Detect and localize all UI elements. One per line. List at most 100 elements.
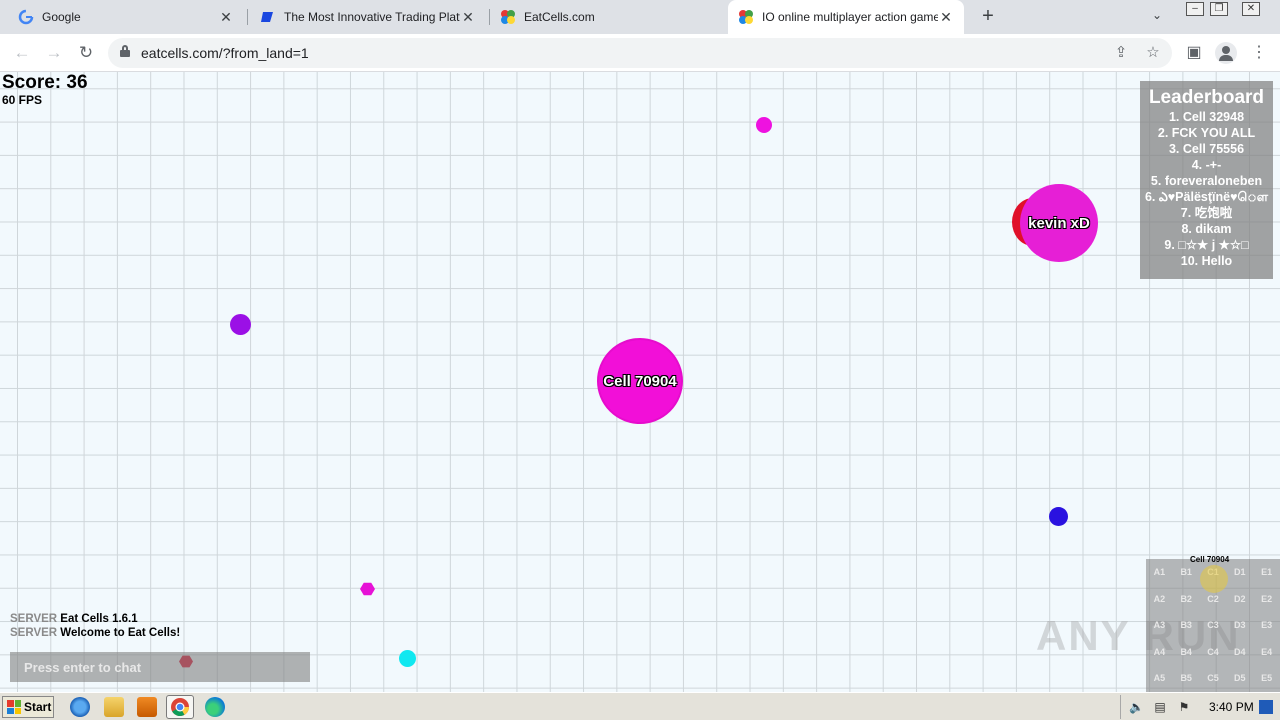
minimap-player-marker [1200, 565, 1228, 593]
chat-source: SERVER [10, 627, 58, 639]
leaderboard-entry: 2. FCK YOU ALL [1157, 126, 1256, 140]
minimap-cell: D5 [1234, 673, 1246, 684]
minimap-cell: E3 [1261, 620, 1273, 631]
leaderboard-entry: 4. -+- [1191, 158, 1222, 172]
chat-text: Eat Cells 1.6.1 [60, 613, 138, 625]
food-pellet [360, 582, 375, 596]
close-window-button[interactable]: ✕ [1242, 2, 1260, 16]
share-icon[interactable]: ⇪ [1111, 43, 1131, 63]
score-display: Score: 36 [2, 72, 88, 93]
minimap-cell: E1 [1261, 567, 1273, 577]
system-tray: 🔈 ▤ ⚑ 3:40 PM [1120, 695, 1280, 719]
chat-box [10, 652, 310, 682]
windows-logo-icon [7, 700, 21, 714]
url-text[interactable]: eatcells.com/?from_land=1 [141, 45, 309, 61]
new-tab-button[interactable]: + [976, 5, 1000, 29]
chat-input[interactable] [10, 652, 310, 682]
bookmark-star-icon[interactable]: ☆ [1143, 43, 1163, 63]
tab-separator [247, 9, 248, 25]
tab-eatcells[interactable]: EatCells.com [490, 0, 726, 34]
close-icon[interactable]: ✕ [938, 9, 954, 26]
minimap-cell: A4 [1153, 646, 1166, 657]
chat-log: SERVER Eat Cells 1.6.1 SERVER Welcome to… [10, 612, 180, 640]
minimap-cell: D3 [1234, 620, 1246, 631]
tab-title: IO online multiplayer action game. Sur [762, 10, 938, 24]
leaderboard-entry: 6. ఎ♥Pälësţïnë♥ௌ [1144, 190, 1269, 204]
close-icon[interactable]: ✕ [218, 9, 234, 26]
minimap-cell: C3 [1207, 620, 1219, 631]
eatcells-icon [738, 9, 754, 25]
leaderboard-entry: 9. □☆★ j ★☆□ [1164, 238, 1249, 252]
leaderboard-entry: 3. Cell 75556 [1168, 142, 1245, 156]
address-bar[interactable]: eatcells.com/?from_land=1 ⇪ ☆ [108, 38, 1172, 68]
leaderboard-entry: 8. dikam [1181, 222, 1232, 236]
leaderboard-entry: 1. Cell 32948 [1168, 110, 1245, 124]
tab-title: EatCells.com [524, 10, 595, 24]
reload-button[interactable]: ↻ [75, 42, 97, 64]
forward-button[interactable]: → [43, 42, 65, 64]
tab-strip: Google ✕ The Most Innovative Trading Pla… [0, 0, 1280, 34]
enemy-cell-name: kevin xD [1028, 214, 1090, 232]
chat-source: SERVER [10, 613, 58, 625]
minimap-cell: E4 [1261, 646, 1273, 657]
leaderboard-entry: 5. foreveraloneben [1150, 174, 1263, 188]
clock: 3:40 PM [1209, 700, 1254, 714]
chat-message: SERVER Welcome to Eat Cells! [10, 626, 180, 640]
ie-icon[interactable] [70, 697, 90, 717]
chrome-icon [171, 698, 189, 717]
show-desktop-icon[interactable] [1259, 700, 1273, 714]
minimap-cell: B4 [1180, 646, 1192, 657]
start-label: Start [24, 700, 52, 714]
folder-icon[interactable] [104, 697, 124, 717]
tab-title: The Most Innovative Trading Platform [284, 10, 460, 24]
food-pellet [756, 117, 772, 133]
leaderboard-entry: 7. 吃饱啦 [1180, 206, 1233, 220]
game-canvas[interactable]: Score: 36 60 FPS kevin xD Cell 70904 Lea… [0, 72, 1280, 692]
minimap-player-label: Cell 70904 [1190, 555, 1230, 564]
minimap-cell: A1 [1153, 567, 1166, 577]
minimap-cell: C5 [1207, 673, 1219, 684]
chat-message: SERVER Eat Cells 1.6.1 [10, 612, 180, 626]
eatcells-icon [500, 9, 516, 25]
chevron-down-icon[interactable]: ⌄ [1152, 8, 1162, 22]
minimap-cell: C4 [1207, 646, 1219, 657]
minimap-cell: B5 [1180, 673, 1192, 684]
tab-title: Google [42, 10, 81, 24]
edge-icon[interactable] [205, 697, 225, 717]
lock-icon[interactable] [120, 45, 130, 57]
food-pellet [1049, 507, 1068, 526]
close-icon[interactable]: ✕ [460, 9, 476, 26]
enemy-cell: kevin xD [1020, 184, 1098, 262]
minimap-cell: B3 [1180, 620, 1192, 631]
leaderboard: Leaderboard 1. Cell 32948 2. FCK YOU ALL… [1140, 81, 1273, 279]
volume-icon[interactable]: 🔈 [1129, 700, 1144, 714]
minimap-cell: E5 [1261, 673, 1273, 684]
tab-active-game[interactable]: IO online multiplayer action game. Sur ✕ [728, 0, 964, 34]
back-button[interactable]: ← [11, 42, 33, 64]
leaderboard-title: Leaderboard [1148, 87, 1265, 108]
menu-icon[interactable]: ⋮ [1248, 42, 1270, 64]
browser-toolbar: ← → ↻ eatcells.com/?from_land=1 ⇪ ☆ ▣ ⋮ [0, 34, 1280, 72]
start-button[interactable]: Start [2, 696, 54, 718]
chat-text: Welcome to Eat Cells! [60, 627, 181, 639]
minimize-button[interactable]: – [1186, 2, 1204, 16]
restore-button[interactable]: ❐ [1210, 2, 1228, 16]
tab-google[interactable]: Google ✕ [8, 0, 244, 34]
network-icon[interactable]: ▤ [1153, 700, 1167, 714]
taskbar: Start 🔈 ▤ ⚑ 3:40 PM [0, 692, 1280, 720]
tab-trading[interactable]: The Most Innovative Trading Platform ✕ [250, 0, 486, 34]
media-player-icon[interactable] [137, 697, 157, 717]
minimap-cell: D2 [1234, 593, 1246, 604]
minimap-cell: D4 [1234, 646, 1246, 657]
minimap-cell: A3 [1153, 620, 1166, 631]
leaderboard-entry: 10. Hello [1180, 254, 1233, 268]
chrome-taskbar-button[interactable] [166, 695, 194, 719]
side-panel-icon[interactable]: ▣ [1183, 42, 1205, 64]
minimap-cell: A2 [1153, 593, 1166, 604]
profile-avatar[interactable] [1215, 42, 1237, 64]
flag-icon[interactable]: ⚑ [1177, 700, 1191, 714]
player-cell-name: Cell 70904 [603, 372, 677, 390]
trading-icon [260, 9, 276, 25]
minimap-cell: B2 [1180, 593, 1192, 604]
food-pellet [399, 650, 416, 667]
